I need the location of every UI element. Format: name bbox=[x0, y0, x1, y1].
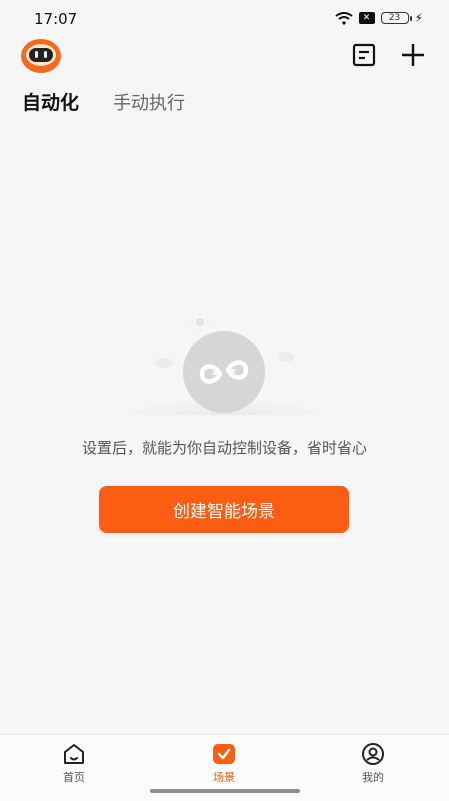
loop-icon bbox=[130, 313, 320, 415]
nav-label-scene: 场景 bbox=[213, 771, 235, 784]
status-icons: ✕ 23 ⚡ bbox=[334, 11, 423, 25]
tab-manual[interactable]: 手动执行 bbox=[113, 89, 185, 115]
scene-check-icon bbox=[213, 744, 235, 764]
battery-icon: 23 bbox=[380, 12, 412, 24]
home-indicator[interactable] bbox=[150, 789, 300, 793]
tab-automation[interactable]: 自动化 bbox=[22, 88, 79, 115]
tab-bar: 自动化 手动执行 bbox=[22, 88, 185, 115]
nav-item-profile[interactable]: 我的 bbox=[333, 741, 413, 791]
empty-state-message: 设置后，就能为你自动控制设备，省时省心 bbox=[81, 439, 367, 457]
home-icon bbox=[64, 744, 84, 764]
robot-avatar-icon[interactable] bbox=[20, 36, 62, 74]
create-scene-button[interactable]: 创建智能场景 bbox=[99, 486, 349, 533]
wifi-icon bbox=[334, 11, 353, 25]
status-time: 17:07 bbox=[34, 10, 78, 28]
nav-label-home: 首页 bbox=[63, 771, 85, 784]
plus-icon[interactable] bbox=[398, 40, 428, 70]
nav-item-scene[interactable]: 场景 bbox=[184, 741, 264, 791]
nav-item-home[interactable]: 首页 bbox=[34, 741, 114, 791]
no-sim-icon: ✕ bbox=[358, 12, 375, 24]
charging-icon: ⚡ bbox=[414, 11, 423, 25]
list-icon[interactable] bbox=[349, 40, 379, 70]
nav-label-profile: 我的 bbox=[362, 771, 384, 784]
status-bar: 17:07 ✕ 23 ⚡ bbox=[0, 0, 449, 34]
profile-icon bbox=[362, 743, 384, 765]
header bbox=[0, 34, 449, 78]
